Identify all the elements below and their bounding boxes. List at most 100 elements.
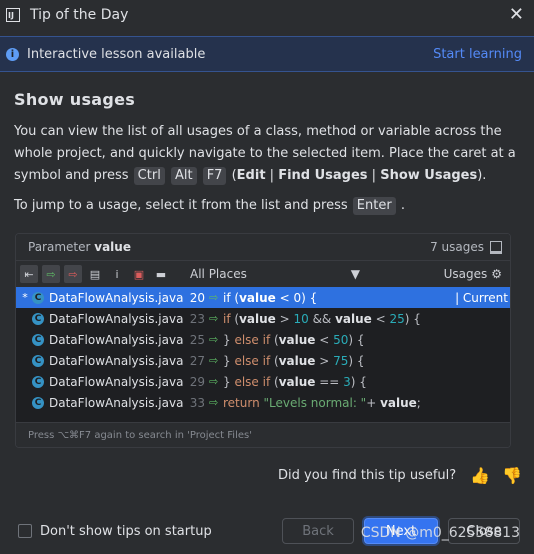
- read-access-icon: ⇨: [209, 333, 219, 346]
- code-variable: value: [335, 311, 372, 326]
- code-variable: value: [278, 353, 316, 368]
- code-variable: value: [239, 311, 276, 326]
- watermark: CSDN @m0_62558813: [360, 525, 520, 541]
- intellij-logo-icon: IJ: [6, 8, 20, 22]
- popup-title: Parameter value: [28, 240, 430, 254]
- usage-line: 23: [189, 311, 205, 326]
- code-text: ) {: [301, 290, 318, 305]
- info-toggle-icon[interactable]: i: [108, 265, 126, 283]
- info-icon: i: [6, 47, 19, 61]
- group-by-folder-icon[interactable]: ▤: [86, 265, 104, 283]
- key-alt: Alt: [170, 167, 197, 185]
- code-variable: value: [278, 374, 316, 389]
- usage-row[interactable]: C DataFlowAnalysis.java 25 ⇨ } else if (…: [16, 329, 510, 350]
- chevron-down-icon: ▼: [350, 267, 360, 281]
- current-label: | Current: [455, 290, 508, 305]
- code-text: ) {: [350, 374, 367, 389]
- usage-row[interactable]: C DataFlowAnalysis.java 33 ⇨ return "Lev…: [16, 392, 510, 413]
- class-icon: C: [32, 354, 44, 367]
- usage-file: DataFlowAnalysis.java: [49, 332, 184, 347]
- code-text: &&: [308, 311, 336, 326]
- key-ctrl: Ctrl: [133, 167, 165, 185]
- usage-line: 33: [189, 395, 205, 410]
- code-text: <: [371, 311, 390, 326]
- class-icon: C: [32, 312, 44, 325]
- read-access-icon[interactable]: ⇨: [42, 265, 60, 283]
- exclude-icon[interactable]: ▣: [130, 265, 148, 283]
- class-icon: C: [32, 396, 44, 409]
- code-text: ;: [416, 395, 421, 410]
- scope-value: All Places: [190, 267, 247, 281]
- popup-toolbar: ⇤ ⇨ ⇨ ▤ i ▣ ▬ All Places ▼ Usages ⚙: [16, 260, 510, 287]
- code-text: (: [270, 374, 279, 389]
- usages-popup: Parameter value 7 usages ⇤ ⇨ ⇨ ▤ i ▣ ▬ A…: [15, 233, 511, 448]
- key-enter: Enter: [352, 197, 396, 215]
- usages-filter-label[interactable]: Usages: [444, 267, 488, 281]
- tip-text-2: To jump to a usage, select it from the l…: [14, 198, 348, 213]
- code-keyword: if: [223, 290, 231, 305]
- code-keyword: if: [223, 311, 231, 326]
- usage-code: return "Levels normal: "+ value;: [223, 396, 421, 410]
- read-access-icon: ⇨: [209, 354, 219, 367]
- code-number: 25: [389, 311, 405, 326]
- feedback-question: Did you find this tip useful?: [278, 468, 457, 483]
- tip-paragraph-1: You can view the list of all usages of a…: [14, 121, 520, 187]
- close-icon[interactable]: ✕: [509, 6, 524, 24]
- dont-show-checkbox[interactable]: [18, 524, 32, 538]
- read-access-icon: ⇨: [209, 312, 219, 325]
- tip-heading: Show usages: [14, 90, 136, 109]
- usage-row[interactable]: C DataFlowAnalysis.java 23 ⇨ if (value >…: [16, 308, 510, 329]
- code-variable: value: [278, 332, 316, 347]
- popup-title-name: value: [94, 240, 131, 254]
- current-marker: *: [22, 291, 28, 304]
- open-in-window-icon[interactable]: [490, 240, 502, 254]
- menu-close: ).: [477, 168, 487, 183]
- usage-row[interactable]: C DataFlowAnalysis.java 27 ⇨ } else if (…: [16, 350, 510, 371]
- code-keyword: else if: [234, 353, 271, 368]
- scope-dropdown[interactable]: All Places ▼: [190, 267, 360, 281]
- thumbs-down-icon[interactable]: 👎: [502, 466, 522, 485]
- code-text: <: [315, 332, 334, 347]
- merge-lines-icon[interactable]: ⇤: [20, 265, 38, 283]
- menu-sep-2: |: [367, 168, 381, 183]
- usage-line: 27: [189, 353, 205, 368]
- usages-count: 7 usages: [430, 240, 484, 254]
- back-button[interactable]: Back: [282, 518, 354, 544]
- code-number: 75: [333, 353, 349, 368]
- para2-end: .: [400, 198, 405, 213]
- usage-row[interactable]: C DataFlowAnalysis.java 29 ⇨ } else if (…: [16, 371, 510, 392]
- tip-paragraph-2: To jump to a usage, select it from the l…: [14, 195, 520, 217]
- usage-code: if (value > 10 && value < 25) {: [223, 312, 421, 326]
- preview-icon[interactable]: ▬: [152, 265, 170, 283]
- code-text: (: [270, 353, 279, 368]
- usage-code: } else if (value > 75) {: [223, 354, 365, 368]
- code-text: (: [230, 311, 240, 326]
- code-text: +: [366, 395, 381, 410]
- menu-sep-1: |: [265, 168, 279, 183]
- gear-icon[interactable]: ⚙: [491, 267, 502, 281]
- code-variable: value: [380, 395, 417, 410]
- usage-code: } else if (value == 3) {: [223, 375, 367, 389]
- write-access-icon[interactable]: ⇨: [64, 265, 82, 283]
- code-text: >: [275, 311, 294, 326]
- title-bar: IJ Tip of the Day ✕: [0, 0, 534, 30]
- code-variable: value: [239, 290, 276, 305]
- code-string: "Levels normal: ": [259, 395, 367, 410]
- banner-message: Interactive lesson available: [27, 46, 206, 62]
- usage-row[interactable]: * C DataFlowAnalysis.java 20 ⇨ if (value…: [16, 287, 510, 308]
- usage-line: 20: [189, 290, 205, 305]
- dont-show-label[interactable]: Don't show tips on startup: [40, 524, 282, 539]
- class-icon: C: [32, 375, 44, 388]
- start-learning-link[interactable]: Start learning: [433, 47, 522, 62]
- key-f7: F7: [202, 167, 227, 185]
- usage-code: if (value < 0) {: [223, 291, 317, 305]
- thumbs-up-icon[interactable]: 👍: [470, 466, 490, 485]
- read-access-icon: ⇨: [209, 375, 219, 388]
- usage-code: } else if (value < 50) {: [223, 333, 365, 347]
- code-text: ) {: [348, 332, 365, 347]
- code-number: 10: [293, 311, 309, 326]
- code-text: ) {: [404, 311, 421, 326]
- read-access-icon: ⇨: [209, 291, 219, 304]
- usage-file: DataFlowAnalysis.java: [49, 395, 184, 410]
- usage-line: 25: [189, 332, 205, 347]
